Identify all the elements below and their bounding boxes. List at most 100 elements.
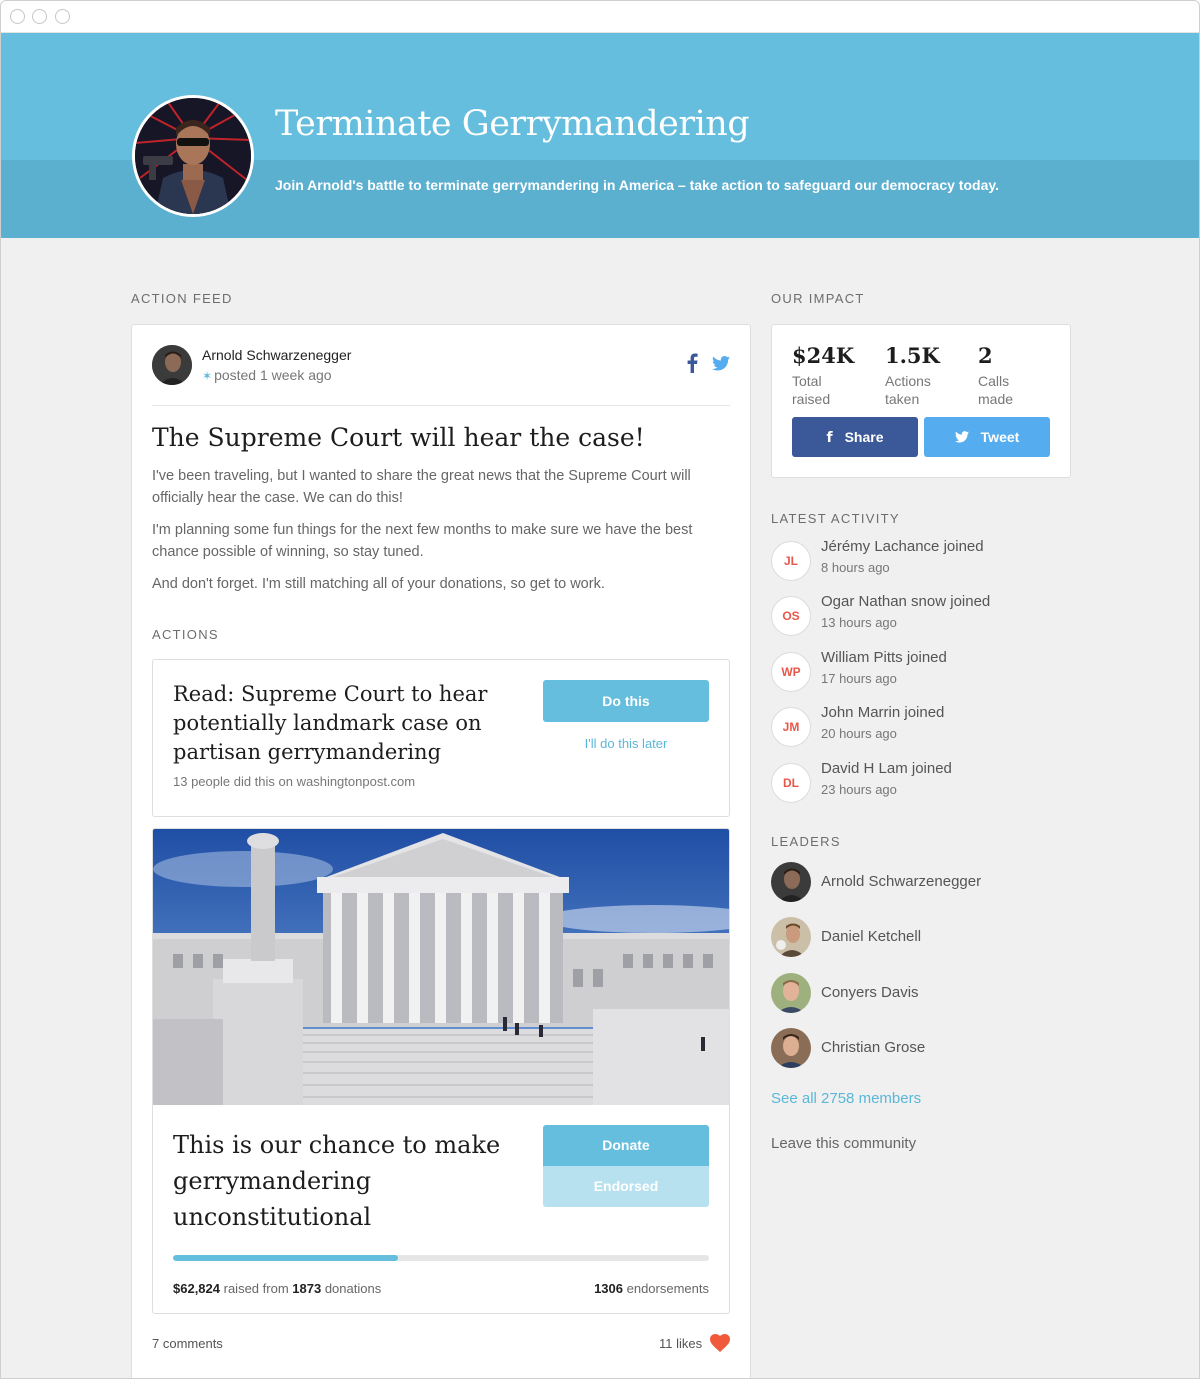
impact-card: $24K Total raised 1.5K Actions taken 2 C… [771,324,1071,478]
donate-button[interactable]: Donate [543,1125,709,1166]
stat-label: Calls made [978,373,1014,407]
read-action-card: Read: Supreme Court to hear potentially … [152,659,730,817]
activity-time: 20 hours ago [821,726,897,741]
community-header: Terminate Gerrymandering Join Arnold's b… [1,33,1199,238]
stat-total-raised: $24K Total raised [792,343,862,408]
activity-time: 17 hours ago [821,671,897,686]
stat-label: Actions taken [885,373,931,407]
activity-text: David H Lam joined [821,760,952,777]
close-window-control[interactable] [10,9,25,24]
leader-item[interactable]: Christian Grose [771,1028,1071,1068]
donation-card: This is our chance to make gerrymanderin… [152,828,730,1314]
leaders-heading: LEADERS [771,834,841,849]
tweet-button[interactable]: Tweet [924,417,1050,457]
browser-window: Terminate Gerrymandering Join Arnold's b… [0,0,1200,1379]
facebook-icon: f [826,430,833,446]
member-initials-avatar[interactable]: DL [771,763,811,803]
amount-raised: $62,824 raised from 1873 donations [173,1281,381,1296]
stat-value: 2 [978,343,993,368]
endorsements-total: 1306 endorsements [594,1281,709,1296]
share-label: Share [844,429,884,445]
facebook-share-button[interactable]: f Share [792,417,918,457]
post-timestamp: ✶ posted 1 week ago [202,367,332,383]
post-divider [152,405,730,406]
activity-time: 13 hours ago [821,615,897,630]
action-participation: 13 people did this on washingtonpost.com [173,774,416,789]
do-later-link[interactable]: I'll do this later [543,736,709,751]
activity-time: 23 hours ago [821,782,897,797]
endorsed-button[interactable]: Endorsed [543,1166,709,1207]
activity-item: OS Ogar Nathan snow joined 13 hours ago [771,593,1071,637]
community-title: Terminate Gerrymandering [275,104,750,144]
donations-word: donations [324,1281,382,1296]
member-initials-avatar[interactable]: OS [771,596,811,636]
pin-icon: ✶ [202,369,213,383]
action-feed-heading: ACTION FEED [131,291,233,306]
leader-name: Conyers Davis [821,984,919,1001]
actions-heading: ACTIONS [152,627,219,642]
stat-calls-made: 2 Calls made [978,343,1048,408]
donation-progress-fill [173,1255,399,1261]
leader-item[interactable]: Conyers Davis [771,973,1071,1013]
comments-link[interactable]: 7 comments [152,1336,223,1351]
stat-actions-taken: 1.5K Actions taken [885,343,955,408]
activity-item: JM John Marrin joined 20 hours ago [771,704,1071,748]
activity-text: John Marrin joined [821,704,945,721]
leader-item[interactable]: Daniel Ketchell [771,917,1071,957]
leave-community-link[interactable]: Leave this community [771,1135,916,1152]
leader-item[interactable]: Arnold Schwarzenegger [771,862,1071,902]
endorsements-count: 1306 [594,1281,623,1296]
post-paragraph: I'm planning some fun things for the nex… [152,522,693,560]
do-this-button[interactable]: Do this [543,680,709,722]
latest-activity-heading: LATEST ACTIVITY [771,511,900,526]
member-initials-avatar[interactable]: WP [771,652,811,692]
facebook-share-icon[interactable] [686,353,698,373]
raised-amount: $62,824 [173,1281,220,1296]
minimize-window-control[interactable] [32,9,47,24]
endorsements-word: endorsements [626,1281,709,1296]
leader-avatar [771,973,811,1013]
heart-icon[interactable] [710,1334,730,1352]
activity-text: William Pitts joined [821,649,947,666]
leader-avatar [771,862,811,902]
community-tagline: Join Arnold's battle to terminate gerrym… [275,177,999,193]
member-initials-avatar[interactable]: JL [771,541,811,581]
donation-title: This is our chance to make gerrymanderin… [173,1131,501,1231]
raised-from-text: raised from [223,1281,289,1296]
donation-progress-bar [173,1255,709,1261]
post-title: The Supreme Court will hear the case! [152,423,645,452]
stat-value: $24K [792,343,855,368]
donations-count: 1873 [292,1281,322,1296]
leader-avatar [771,1028,811,1068]
leader-name: Arnold Schwarzenegger [821,873,982,890]
leader-avatar [771,917,811,957]
tweet-label: Tweet [980,429,1020,445]
likes-count: 11 likes [659,1336,703,1351]
our-impact-heading: OUR IMPACT [771,291,865,306]
leader-name: Christian Grose [821,1039,926,1056]
post-timestamp-text: posted 1 week ago [214,367,332,383]
supreme-court-image [153,829,729,1105]
feed-post-card: Arnold Schwarzenegger ✶ posted 1 week ago… [131,324,751,1378]
activity-item: DL David H Lam joined 23 hours ago [771,760,1071,804]
community-avatar [132,95,254,217]
stat-value: 1.5K [885,343,940,368]
member-initials-avatar[interactable]: JM [771,707,811,747]
activity-text: Jérémy Lachance joined [821,538,984,555]
author-avatar[interactable] [152,345,192,385]
post-paragraph: I've been traveling, but I wanted to sha… [152,468,691,506]
window-titlebar [1,1,1199,33]
action-title[interactable]: Read: Supreme Court to hear potentially … [173,680,513,767]
activity-time: 8 hours ago [821,560,890,575]
activity-item: WP William Pitts joined 17 hours ago [771,649,1071,693]
activity-item: JL Jérémy Lachance joined 8 hours ago [771,538,1071,582]
twitter-share-icon[interactable] [712,356,730,371]
author-name[interactable]: Arnold Schwarzenegger [202,347,351,363]
twitter-icon [954,431,969,443]
post-paragraph: And don't forget. I'm still matching all… [152,576,605,592]
leader-name: Daniel Ketchell [821,928,922,945]
activity-text: Ogar Nathan snow joined [821,593,991,610]
zoom-window-control[interactable] [55,9,70,24]
see-all-members-link[interactable]: See all 2758 members [771,1090,921,1107]
stat-label: Total raised [792,373,831,407]
